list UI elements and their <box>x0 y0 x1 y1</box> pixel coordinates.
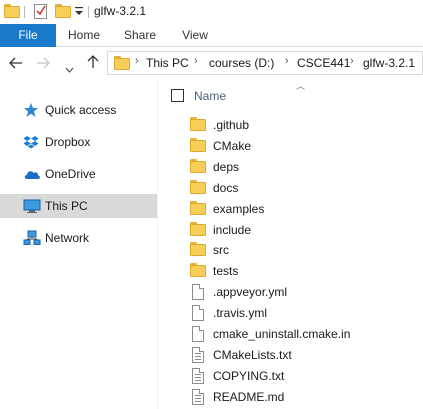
back-button[interactable] <box>7 55 25 73</box>
divider <box>88 6 89 18</box>
list-item[interactable]: CMakeLists.txt <box>190 345 423 366</box>
folder-icon <box>114 56 130 70</box>
text-file-icon <box>190 367 206 384</box>
title-bar: glfw-3.2.1 <box>0 0 423 24</box>
file-icon <box>190 305 206 322</box>
tab-view[interactable]: View <box>172 24 218 47</box>
dropbox-icon <box>23 134 41 150</box>
file-icon <box>190 326 206 342</box>
sidebar-item-onedrive[interactable]: OneDrive <box>0 162 157 186</box>
file-name: examples <box>213 201 265 216</box>
network-icon <box>23 230 41 246</box>
file-name: COPYING.txt <box>213 368 285 383</box>
list-item[interactable]: .github <box>190 115 423 136</box>
list-item[interactable]: deps <box>190 157 423 178</box>
chevron-right-icon[interactable]: › <box>350 55 354 67</box>
sort-ascending-icon: ︿ <box>296 81 306 91</box>
chevron-right-icon[interactable]: › <box>285 55 289 67</box>
file-icon <box>190 284 206 301</box>
file-name: docs <box>213 180 239 195</box>
divider <box>24 6 25 18</box>
navigation-pane: Quick access Dropbox OneDrive This PC Ne… <box>0 81 158 409</box>
list-item[interactable]: COPYING.txt <box>190 366 423 387</box>
sidebar-item-label: Dropbox <box>45 135 91 149</box>
pane-divider[interactable] <box>157 81 158 409</box>
sidebar-item-network[interactable]: Network <box>0 226 157 250</box>
list-item[interactable]: .appveyor.yml <box>190 282 423 303</box>
file-name: CMake <box>213 138 252 153</box>
properties-icon[interactable] <box>33 3 49 23</box>
file-name: .travis.yml <box>213 306 267 321</box>
file-name: tests <box>213 264 239 279</box>
sidebar-item-dropbox[interactable]: Dropbox <box>0 130 157 154</box>
sidebar-item-quick-access[interactable]: Quick access <box>0 98 157 122</box>
column-header-name[interactable]: Name <box>194 89 226 103</box>
file-name: README.md <box>213 389 285 404</box>
folder-icon <box>190 158 206 175</box>
list-item[interactable]: README.md <box>190 387 423 408</box>
select-all-checkbox[interactable] <box>171 89 184 102</box>
folder-icon <box>190 179 206 196</box>
forward-button[interactable] <box>34 55 52 73</box>
window-title: glfw-3.2.1 <box>94 4 147 18</box>
file-name: deps <box>213 159 240 174</box>
list-item[interactable]: examples <box>190 199 423 220</box>
breadcrumb-this-pc[interactable]: This PC <box>146 56 189 70</box>
sidebar-item-label: Network <box>45 231 90 245</box>
sidebar-item-label: Quick access <box>45 103 117 117</box>
chevron-right-icon[interactable]: › <box>135 55 139 67</box>
list-item[interactable]: CMake <box>190 136 423 157</box>
folder-icon <box>190 117 206 133</box>
address-bar[interactable]: › This PC › courses (D:) › CSCE441 › glf… <box>107 51 423 75</box>
folder-icon <box>4 4 20 18</box>
folder-icon <box>190 221 206 238</box>
file-name: CMakeLists.txt <box>213 347 292 362</box>
sidebar-item-label: This PC <box>45 199 88 213</box>
list-item[interactable]: tests <box>190 261 423 282</box>
folder-icon <box>190 263 206 279</box>
sidebar-item-this-pc[interactable]: This PC <box>0 194 157 218</box>
tab-share[interactable]: Share <box>116 24 164 47</box>
recent-locations-icon[interactable] <box>60 59 78 77</box>
text-file-icon <box>190 346 206 363</box>
file-name: include <box>213 222 252 237</box>
list-item[interactable]: docs <box>190 178 423 199</box>
tab-home[interactable]: Home <box>58 24 110 47</box>
file-name: .github <box>213 118 250 132</box>
folder-icon <box>190 137 206 154</box>
file-name: cmake_uninstall.cmake.in <box>213 327 351 341</box>
list-item[interactable]: src <box>190 240 423 261</box>
breadcrumb-csce441[interactable]: CSCE441 <box>297 56 350 70</box>
cloud-icon <box>23 166 41 182</box>
folder-icon <box>190 200 206 217</box>
breadcrumb-glfw[interactable]: glfw-3.2.1 <box>363 56 415 70</box>
text-file-icon <box>190 388 206 405</box>
chevron-right-icon[interactable]: › <box>194 55 198 67</box>
up-button[interactable] <box>84 55 102 73</box>
new-folder-icon[interactable] <box>55 4 71 18</box>
file-name: src <box>213 243 229 258</box>
list-item[interactable]: cmake_uninstall.cmake.in <box>190 324 423 345</box>
customize-toolbar-icon[interactable] <box>74 5 84 20</box>
folder-icon <box>190 242 206 258</box>
breadcrumb-courses-drive[interactable]: courses (D:) <box>209 56 274 70</box>
list-item[interactable]: .travis.yml <box>190 303 423 324</box>
ribbon-tabs: File Home Share View <box>0 24 423 47</box>
computer-icon <box>23 198 41 214</box>
star-icon <box>23 102 41 118</box>
tab-file[interactable]: File <box>0 24 56 47</box>
list-item[interactable]: include <box>190 220 423 241</box>
file-name: .appveyor.yml <box>213 285 288 300</box>
sidebar-item-label: OneDrive <box>45 167 96 181</box>
